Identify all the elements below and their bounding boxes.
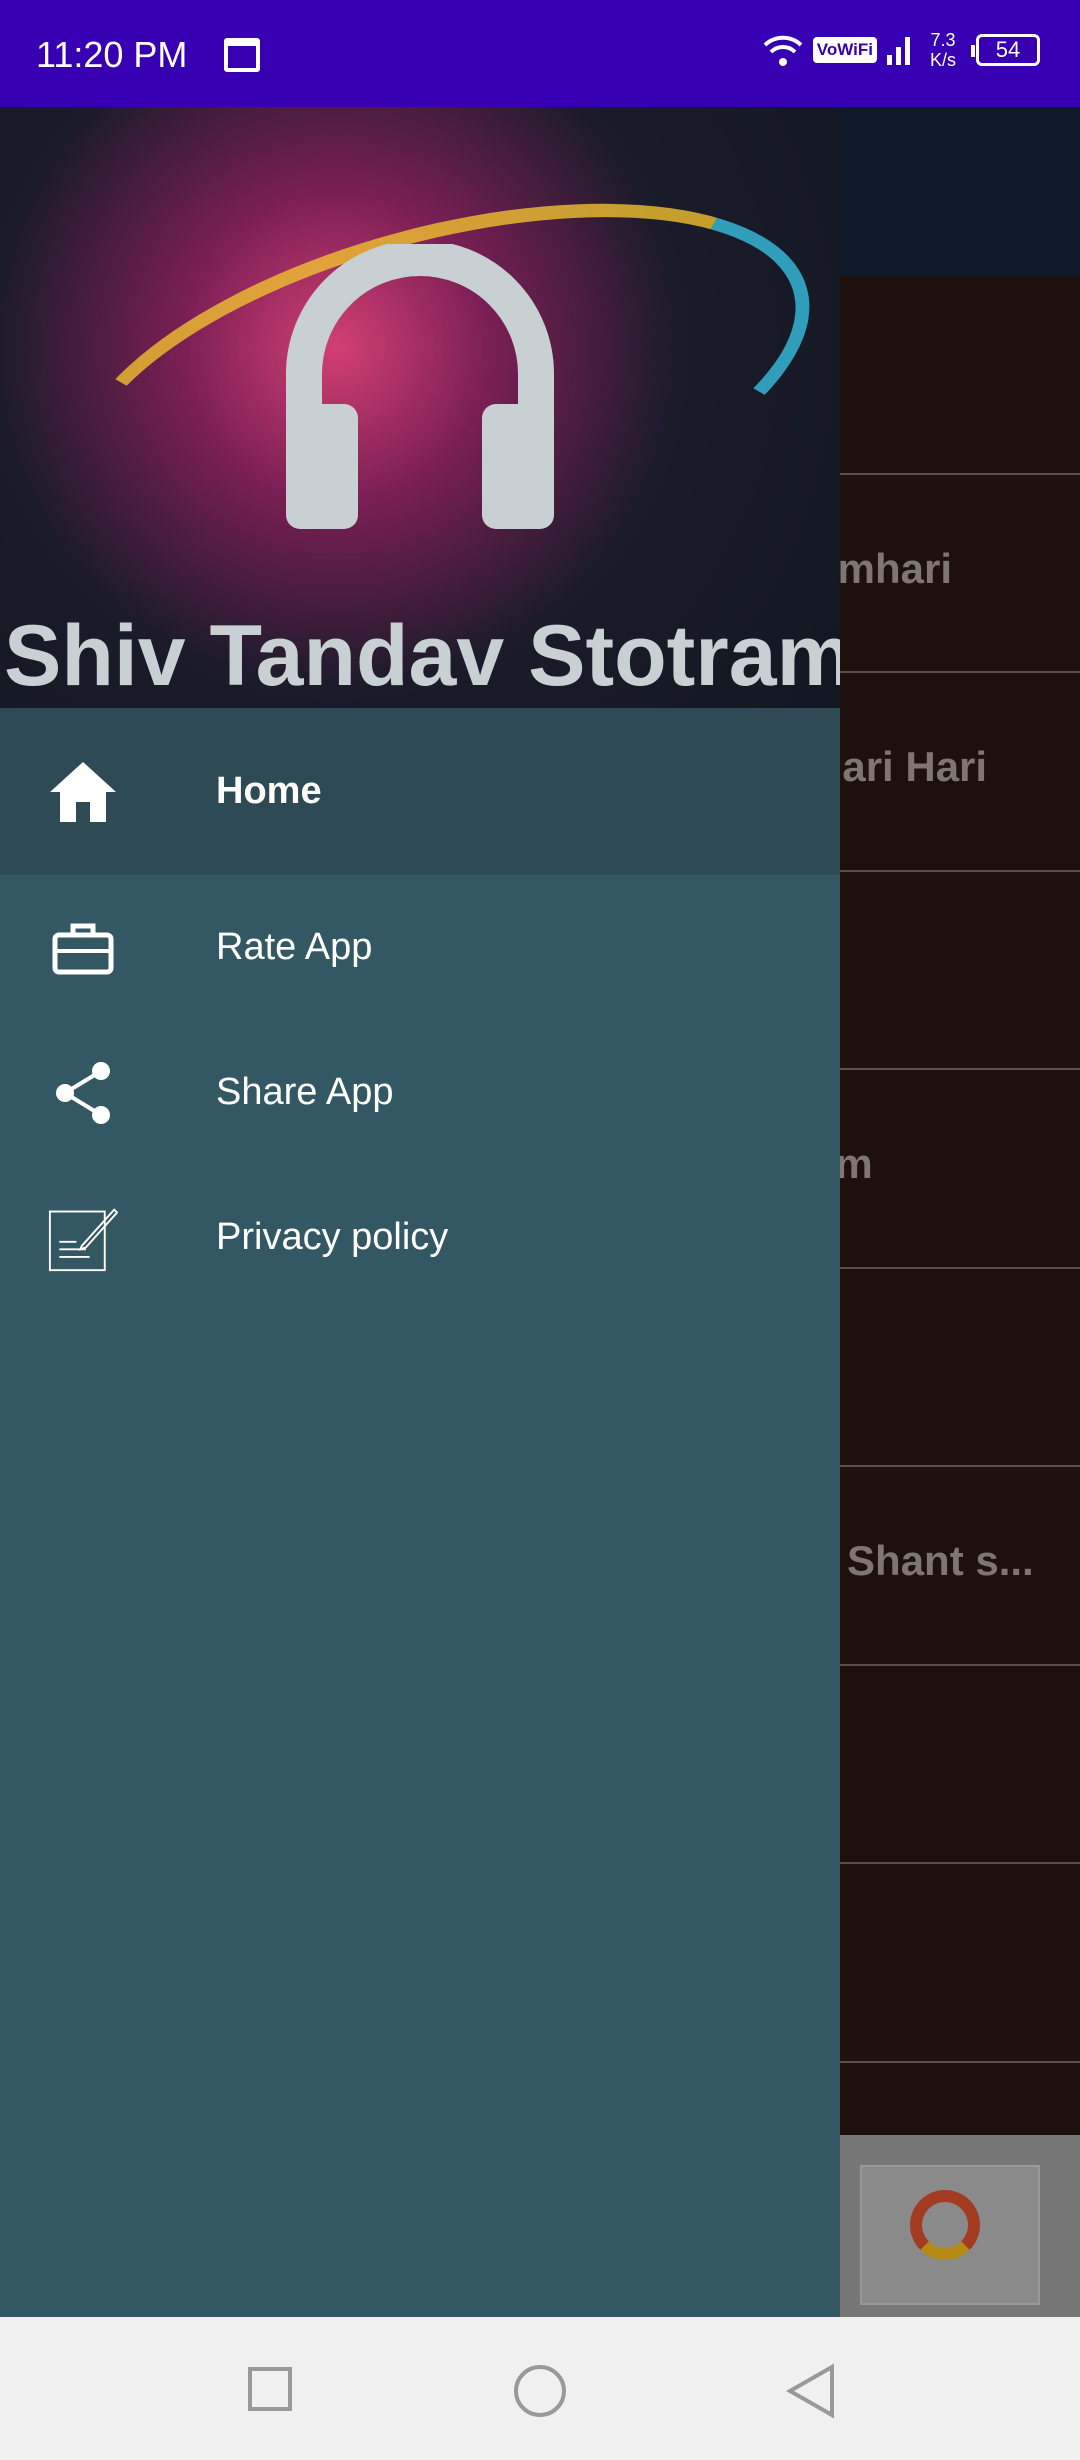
drawer-item-rate-app[interactable]: Rate App bbox=[0, 875, 840, 1020]
wifi-icon bbox=[763, 35, 803, 66]
speed-value: 7.3 bbox=[930, 30, 956, 50]
drawer-item-label: Rate App bbox=[216, 926, 373, 968]
drawer-item-share-app[interactable]: Share App bbox=[0, 1020, 840, 1165]
list-item-title: v Shant s... bbox=[812, 1537, 1034, 1584]
ad-logo-icon bbox=[910, 2190, 980, 2260]
calendar-notification-icon bbox=[224, 38, 260, 72]
status-bar: 11:20 PM VoWiFi 7.3 K/s 54 bbox=[0, 0, 1080, 107]
drawer-item-label: Privacy policy bbox=[216, 1216, 449, 1258]
drawer-item-privacy-policy[interactable]: Privacy policy bbox=[0, 1165, 840, 1310]
recents-button[interactable] bbox=[248, 2367, 292, 2411]
share-icon bbox=[48, 1058, 118, 1128]
edit-document-icon bbox=[48, 1203, 118, 1273]
system-nav-bar bbox=[0, 2317, 1080, 2460]
drawer-item-home[interactable]: Home bbox=[0, 708, 840, 875]
back-button[interactable] bbox=[786, 2363, 836, 2419]
status-time: 11:20 PM bbox=[36, 34, 188, 75]
vowifi-badge: VoWiFi bbox=[812, 37, 877, 63]
home-button[interactable] bbox=[514, 2365, 566, 2417]
ad-banner[interactable] bbox=[840, 2135, 1080, 2317]
speed-unit: K/s bbox=[929, 50, 956, 70]
home-icon bbox=[48, 757, 118, 827]
network-speed: 7.3 K/s bbox=[930, 30, 956, 70]
battery-icon: 54 bbox=[971, 34, 1040, 66]
briefcase-icon bbox=[48, 913, 118, 983]
drawer-item-label: Share App bbox=[216, 1071, 394, 1113]
navigation-drawer: Shiv Tandav Stotram Home Rate App Share … bbox=[0, 107, 840, 2317]
signal-icon bbox=[886, 35, 910, 65]
app-title: Shiv Tandav Stotram bbox=[4, 608, 840, 704]
headphones-icon bbox=[286, 244, 554, 529]
drawer-item-label: Home bbox=[216, 770, 322, 812]
drawer-header: Shiv Tandav Stotram bbox=[0, 107, 840, 708]
